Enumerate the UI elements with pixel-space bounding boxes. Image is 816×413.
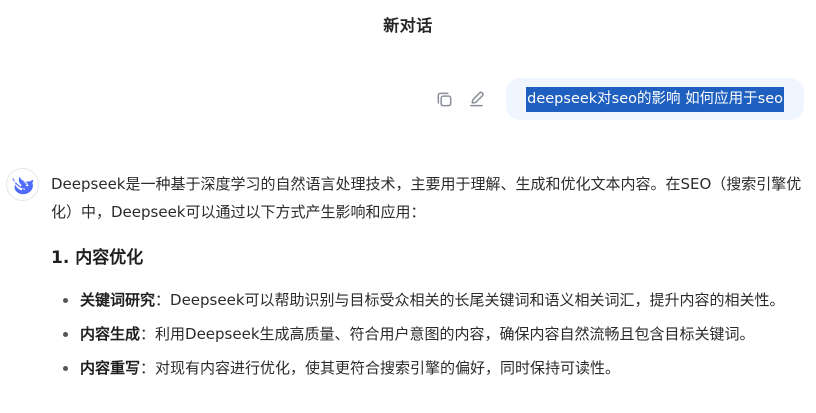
edit-icon[interactable] (466, 89, 486, 109)
answer-intro: Deepseek是一种基于深度学习的自然语言处理技术，主要用于理解、生成和优化文… (51, 175, 802, 221)
list-item-term: 内容重写 (80, 359, 141, 377)
assistant-message-content: Deepseek是一种基于深度学习的自然语言处理技术，主要用于理解、生成和优化文… (51, 168, 804, 388)
bullet-list: 关键词研究：Deepseek可以帮助识别与目标受众相关的长尾关键词和语义相关词汇… (51, 286, 804, 382)
list-item-text: Deepseek可以帮助识别与目标受众相关的长尾关键词和语义相关词汇，提升内容的… (170, 291, 785, 309)
list-item: 关键词研究：Deepseek可以帮助识别与目标受众相关的长尾关键词和语义相关词汇… (51, 286, 804, 314)
list-item-separator: ： (155, 291, 171, 309)
list-item-separator: ： (140, 325, 156, 343)
list-item-term: 内容生成 (80, 325, 141, 343)
list-item-term: 关键词研究 (80, 291, 156, 309)
list-item: 内容生成：利用Deepseek生成高质量、符合用户意图的内容，确保内容自然流畅且… (51, 320, 804, 348)
copy-icon[interactable] (434, 89, 454, 109)
page-title: 新对话 (383, 16, 433, 35)
list-item-text: 利用Deepseek生成高质量、符合用户意图的内容，确保内容自然流畅且包含目标关… (155, 325, 755, 343)
message-actions (434, 89, 486, 109)
user-message-bubble: deepseek对seo的影响 如何应用于seo (506, 78, 804, 120)
list-item-separator: ： (140, 359, 156, 377)
avatar (6, 168, 39, 201)
user-message-text[interactable]: deepseek对seo的影响 如何应用于seo (526, 86, 784, 112)
section-heading: 1. 内容优化 (51, 248, 144, 268)
list-item-text: 对现有内容进行优化，使其更符合搜索引擎的偏好，同时保持可读性。 (155, 359, 621, 377)
list-item: 内容重写：对现有内容进行优化，使其更符合搜索引擎的偏好，同时保持可读性。 (51, 354, 804, 382)
deepseek-whale-icon (11, 176, 33, 194)
user-message-row: deepseek对seo的影响 如何应用于seo (434, 78, 804, 120)
